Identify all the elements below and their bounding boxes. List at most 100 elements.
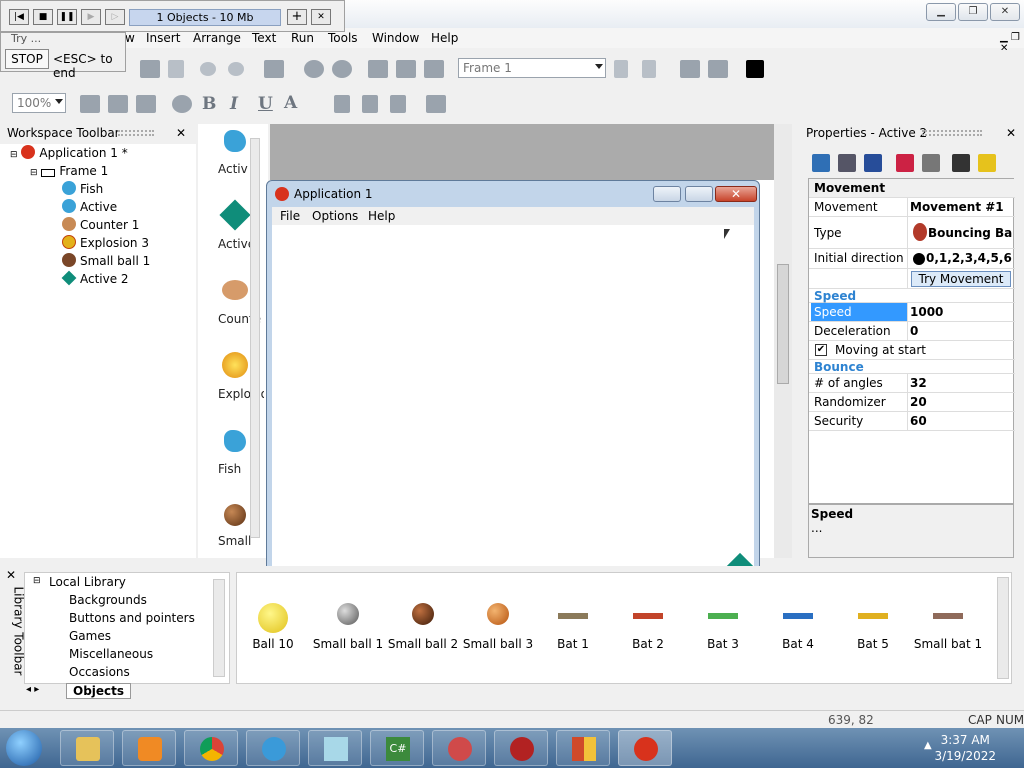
minimize-button[interactable] (653, 186, 681, 202)
taskbar-office[interactable] (556, 730, 610, 766)
stop-square-icon[interactable] (746, 60, 764, 78)
library-object[interactable]: Small ball 3 (458, 573, 538, 651)
canvas-vscroll[interactable] (774, 124, 792, 558)
play-icon[interactable]: ▶ (81, 9, 101, 25)
prop-row[interactable]: Randomizer 20 (809, 393, 1015, 412)
panel-grip[interactable] (118, 130, 154, 136)
app-body[interactable] (272, 225, 755, 585)
values-tab-icon[interactable] (922, 154, 940, 172)
italic-icon[interactable]: I (230, 94, 238, 114)
close-try-icon[interactable]: ✕ (311, 9, 331, 25)
step-icon[interactable]: ▷ (105, 9, 125, 25)
movement-tab-icon[interactable] (864, 154, 882, 172)
align-center-icon[interactable] (108, 95, 128, 113)
align-left-text-icon[interactable] (334, 95, 350, 113)
explosion-icon[interactable] (222, 352, 248, 378)
align-right-text-icon[interactable] (390, 95, 406, 113)
about-tab-icon[interactable] (978, 154, 996, 172)
taskbar-snipping[interactable] (432, 730, 486, 766)
prop-row[interactable]: Security 60 (809, 412, 1015, 431)
taskbar-chrome[interactable] (184, 730, 238, 766)
size-tab-icon[interactable] (838, 154, 856, 172)
moving-at-start-row[interactable]: ✔ Moving at start (809, 341, 1015, 360)
menu-insert[interactable]: Insert (146, 31, 180, 45)
prop-row[interactable]: Movement Movement #1 (809, 198, 1015, 217)
comment-icon[interactable] (264, 60, 284, 78)
library-category[interactable]: Games (69, 629, 111, 643)
tree-item[interactable]: Fish (62, 180, 103, 198)
prop-row[interactable]: Deceleration 0 (809, 322, 1015, 341)
taskbar-fusion[interactable] (618, 730, 672, 766)
fish-icon[interactable] (224, 430, 246, 452)
prop-value[interactable]: 0,1,2,3,4,5,6 (910, 251, 1014, 265)
font-icon[interactable] (172, 95, 192, 113)
clock[interactable]: 3:37 AM 3/19/2022 (934, 732, 996, 764)
library-object[interactable]: Bat 4 (758, 573, 838, 651)
grid-icon[interactable] (424, 60, 444, 78)
app-menu-options[interactable]: Options (312, 209, 358, 223)
events-tab-icon[interactable] (952, 154, 970, 172)
library-category[interactable]: Miscellaneous (69, 647, 153, 661)
prop-row[interactable]: # of angles 32 (809, 374, 1015, 393)
prop-value[interactable]: 0 (910, 324, 1014, 338)
panel-grip[interactable] (922, 130, 982, 136)
library-object[interactable]: Bat 5 (833, 573, 913, 651)
next-frame-icon[interactable] (642, 60, 656, 78)
library-objects-scrollbar[interactable] (997, 577, 1009, 679)
tree-item[interactable]: Active 2 (61, 270, 129, 288)
tab-objects[interactable]: Objects (66, 683, 132, 699)
taskbar-notes[interactable] (308, 730, 362, 766)
collapse-icon[interactable]: ⊟ (33, 576, 41, 586)
taskbar-csharp[interactable]: C# (370, 730, 424, 766)
bold-icon[interactable]: B (202, 94, 216, 114)
prop-row[interactable]: Type Bouncing Ba (809, 217, 1015, 249)
library-object[interactable]: Small ball 1 (308, 573, 388, 651)
maximize-button[interactable] (685, 186, 713, 202)
checkbox-checked-icon[interactable]: ✔ (815, 344, 827, 356)
tree-frame[interactable]: ⊟ Frame 1 (30, 162, 108, 180)
diamond-icon[interactable] (219, 199, 251, 231)
tray-arrow-icon[interactable]: ▲ (924, 740, 932, 751)
library-object[interactable]: Small ball 2 (383, 573, 463, 651)
menu-window[interactable]: Window (372, 31, 419, 45)
menu-arrange[interactable]: Arrange (193, 31, 241, 45)
window-icon[interactable] (708, 60, 728, 78)
library-category[interactable]: Occasions (69, 665, 130, 679)
start-button[interactable] (6, 730, 42, 766)
paste-icon[interactable] (168, 60, 184, 78)
back-icon[interactable] (304, 60, 324, 78)
underline-icon[interactable]: U (258, 94, 273, 114)
library-object[interactable]: Ball 10 (233, 573, 313, 651)
library-object[interactable]: Bat 2 (608, 573, 688, 651)
restart-icon[interactable]: |◀ (9, 9, 29, 25)
forward-icon[interactable] (332, 60, 352, 78)
resize-icon[interactable] (426, 95, 446, 113)
runtime-tab-icon[interactable] (896, 154, 914, 172)
layout-icon[interactable] (680, 60, 700, 78)
prop-value[interactable]: 60 (910, 414, 1014, 428)
close-icon[interactable]: ✕ (176, 126, 186, 140)
stop-button[interactable]: STOP (5, 49, 49, 69)
prop-value[interactable]: Movement #1 (910, 200, 1014, 214)
library-root[interactable]: Local Library (49, 575, 126, 589)
storyboard-icon[interactable] (368, 60, 388, 78)
redo-icon[interactable] (228, 62, 244, 76)
taskbar-ie[interactable] (246, 730, 300, 766)
tree-item[interactable]: Small ball 1 (62, 252, 150, 270)
app-menu-help[interactable]: Help (368, 209, 395, 223)
fish-icon[interactable] (224, 130, 246, 152)
pause-icon[interactable]: ❚❚ (57, 9, 77, 25)
zoom-combo[interactable]: 100% (12, 93, 66, 113)
prop-row-selected[interactable]: Speed 1000 (809, 303, 1015, 322)
close-icon[interactable]: ✕ (6, 568, 16, 582)
menu-text[interactable]: Text (252, 31, 276, 45)
tree-item[interactable]: Active (62, 198, 117, 216)
library-object[interactable]: Bat 3 (683, 573, 763, 651)
try-movement-button[interactable]: Try Movement (911, 271, 1011, 287)
ball-icon[interactable] (224, 504, 246, 526)
menu-view-partial[interactable]: w (125, 31, 135, 45)
app-menu-file[interactable]: File (280, 209, 300, 223)
prop-row[interactable]: Initial direction 0,1,2,3,4,5,6 (809, 249, 1015, 269)
text-color-icon[interactable]: A (284, 93, 297, 113)
close-button[interactable]: ✕ (715, 186, 757, 202)
